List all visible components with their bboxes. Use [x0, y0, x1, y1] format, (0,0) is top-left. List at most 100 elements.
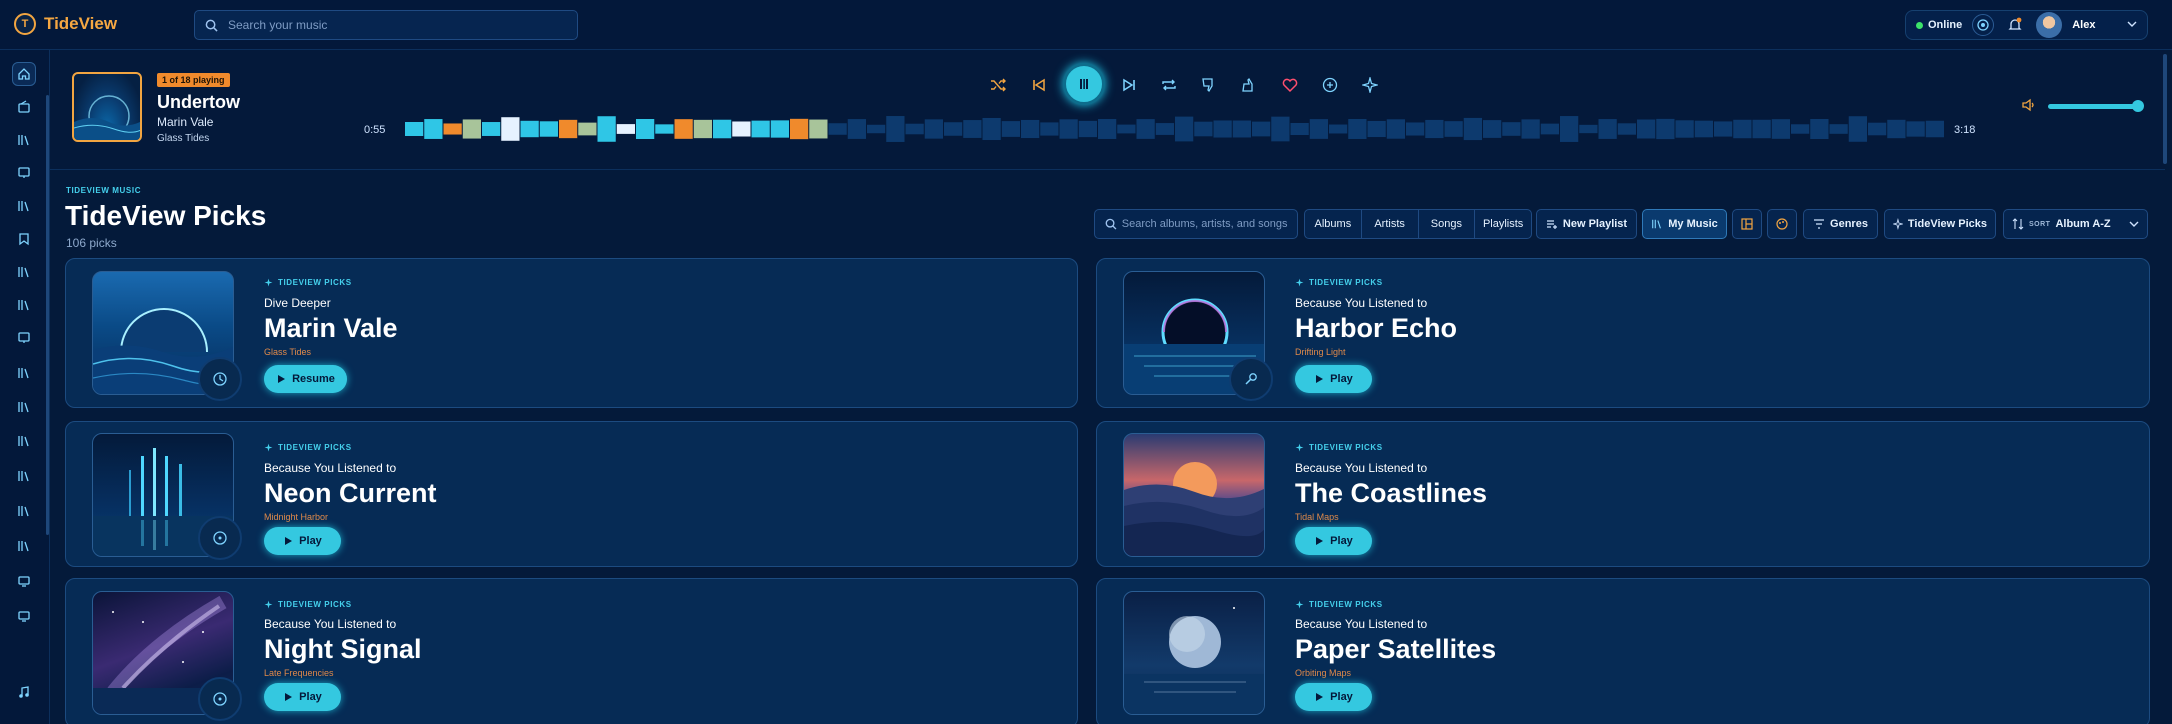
library-icon[interactable]: [12, 534, 36, 558]
volume-handle[interactable]: [2132, 100, 2144, 112]
waveform-bar: [732, 121, 751, 137]
card-title[interactable]: Marin Vale: [264, 313, 398, 344]
pick-card[interactable]: TIDEVIEW PICKS Because You Listened to N…: [65, 421, 1078, 567]
view-tabs: Albums Artists Songs Playlists: [1304, 209, 1532, 239]
waveform-bar: [1540, 123, 1559, 135]
microphone-icon[interactable]: [1229, 357, 1273, 401]
radio-icon[interactable]: [1972, 14, 1995, 36]
tab-albums[interactable]: Albums: [1305, 210, 1362, 238]
now-playing-bar: 1 of 18 playing Undertow Marin Vale Glas…: [50, 50, 2165, 170]
waveform-bar: [1271, 116, 1290, 142]
genres-button[interactable]: Genres: [1803, 209, 1878, 239]
thumbs-down-icon[interactable]: [1198, 74, 1220, 96]
library-icon[interactable]: [12, 361, 36, 385]
pick-card[interactable]: TIDEVIEW PICKS Dive Deeper Marin Vale Gl…: [65, 258, 1078, 408]
library-icon[interactable]: [12, 194, 36, 218]
album-artwork[interactable]: [1123, 433, 1265, 557]
sidebar: [0, 50, 50, 724]
library-icon[interactable]: [12, 395, 36, 419]
waveform-bar: [1348, 119, 1367, 139]
pick-card[interactable]: TIDEVIEW PICKS Because You Listened to H…: [1096, 258, 2150, 408]
waveform-bar: [1733, 119, 1752, 139]
pick-card[interactable]: TIDEVIEW PICKS Because You Listened to P…: [1096, 578, 2150, 724]
new-playlist-button[interactable]: New Playlist: [1536, 209, 1637, 239]
display-icon[interactable]: [12, 569, 36, 593]
waveform-bar: [424, 119, 443, 139]
main-scrollbar[interactable]: [2163, 54, 2167, 164]
card-title[interactable]: Harbor Echo: [1295, 313, 1457, 344]
library-icon[interactable]: [12, 128, 36, 152]
album-artwork[interactable]: [1123, 591, 1265, 715]
bookmark-icon[interactable]: [12, 227, 36, 251]
search-box[interactable]: [194, 10, 578, 40]
podcast-icon[interactable]: [12, 161, 36, 185]
card-title[interactable]: Night Signal: [264, 634, 422, 665]
disc-icon[interactable]: [198, 516, 242, 560]
app-logo[interactable]: T TideView: [14, 13, 117, 35]
tab-artists[interactable]: Artists: [1362, 210, 1419, 238]
waveform-bar: [1868, 122, 1887, 136]
tab-songs[interactable]: Songs: [1419, 210, 1476, 238]
track-artist[interactable]: Marin Vale: [157, 115, 213, 129]
history-icon[interactable]: [198, 357, 242, 401]
theme-button[interactable]: [1767, 209, 1797, 239]
library-search[interactable]: [1094, 209, 1298, 239]
card-title[interactable]: The Coastlines: [1295, 478, 1487, 509]
waveform-bar: [1059, 119, 1078, 139]
podcast-icon[interactable]: [12, 326, 36, 350]
radio-station-icon[interactable]: [12, 95, 36, 119]
card-title[interactable]: Neon Current: [264, 478, 437, 509]
library-search-input[interactable]: [1121, 218, 1289, 230]
library-icon[interactable]: [12, 293, 36, 317]
card-title[interactable]: Paper Satellites: [1295, 634, 1496, 665]
waveform-seekbar[interactable]: [405, 114, 1945, 144]
avatar[interactable]: [2036, 12, 2063, 38]
previous-icon[interactable]: [1028, 74, 1050, 96]
home-icon[interactable]: [12, 62, 36, 86]
track-title[interactable]: Undertow: [157, 92, 240, 113]
add-icon[interactable]: [1319, 74, 1341, 96]
music-note-icon[interactable]: [12, 680, 36, 704]
play-button[interactable]: Play: [264, 527, 341, 555]
thumbs-up-icon[interactable]: [1238, 74, 1260, 96]
sidebar-scrollbar[interactable]: [46, 95, 49, 535]
play-button[interactable]: Play: [1295, 365, 1372, 393]
pick-card[interactable]: TIDEVIEW PICKS Because You Listened to N…: [65, 578, 1078, 724]
tab-playlists[interactable]: Playlists: [1475, 210, 1531, 238]
play-button[interactable]: Play: [1295, 527, 1372, 555]
resume-button[interactable]: Resume: [264, 365, 347, 393]
pick-card[interactable]: TIDEVIEW PICKS Because You Listened to T…: [1096, 421, 2150, 567]
user-menu[interactable]: Online Alex: [1905, 10, 2148, 40]
sparkle-icon[interactable]: [1359, 74, 1381, 96]
library-icon[interactable]: [12, 429, 36, 453]
library-icon[interactable]: [12, 260, 36, 284]
layout-toggle-button[interactable]: [1732, 209, 1762, 239]
chevron-down-icon[interactable]: [2127, 16, 2137, 34]
sort-dropdown[interactable]: SORT Album A-Z: [2003, 209, 2148, 239]
track-album[interactable]: Glass Tides: [157, 133, 209, 144]
repeat-icon[interactable]: [1158, 74, 1180, 96]
search-input[interactable]: [228, 18, 568, 32]
library-icon[interactable]: [12, 464, 36, 488]
volume-slider[interactable]: [2048, 104, 2138, 109]
heart-icon[interactable]: [1279, 74, 1301, 96]
play-button[interactable]: Play: [1295, 683, 1372, 711]
display-icon[interactable]: [12, 604, 36, 628]
waveform-bar: [828, 123, 847, 135]
shuffle-icon[interactable]: [987, 74, 1009, 96]
library-icon[interactable]: [12, 499, 36, 523]
chevron-down-icon: [2129, 221, 2139, 227]
bell-icon[interactable]: [2004, 14, 2026, 36]
next-icon[interactable]: [1118, 74, 1140, 96]
waveform-bar: [1656, 118, 1675, 140]
volume-icon[interactable]: [2021, 97, 2037, 118]
card-eyebrow: TIDEVIEW PICKS: [264, 278, 352, 287]
waveform-bar: [1810, 119, 1829, 139]
disc-icon[interactable]: [198, 677, 242, 721]
now-playing-artwork[interactable]: [72, 72, 142, 142]
tideview-picks-button[interactable]: TideView Picks: [1884, 209, 1996, 239]
sparkle-icon: [264, 443, 273, 452]
my-music-button[interactable]: My Music: [1642, 209, 1727, 239]
play-button[interactable]: Play: [264, 683, 341, 711]
pause-button[interactable]: [1063, 63, 1105, 105]
